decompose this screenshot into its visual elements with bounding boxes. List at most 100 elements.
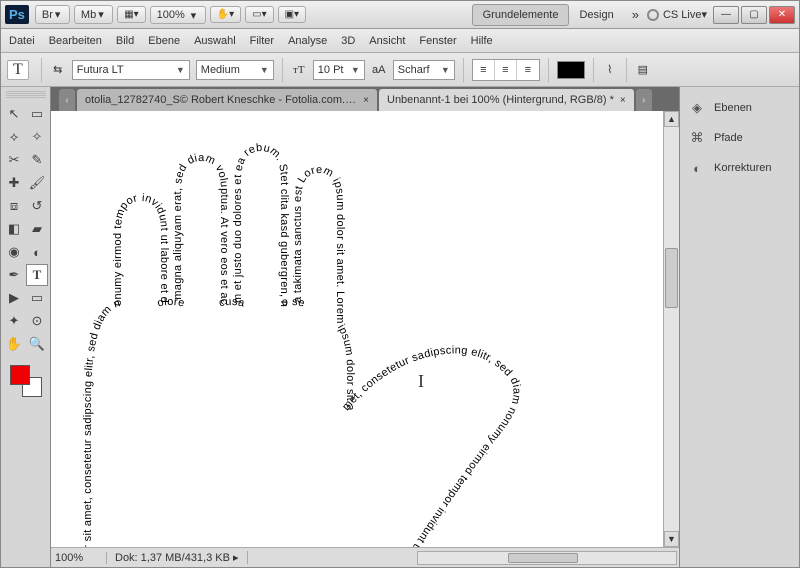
app-window: Ps Br▾ Mb▾ ▦▾ 100%▾ ✋▾ ▭▾ ▣▾ Grundelemen… xyxy=(0,0,800,568)
close-icon[interactable]: × xyxy=(363,95,369,106)
align-center-button[interactable]: ≡ xyxy=(495,60,517,80)
tab-scroll-left[interactable]: ‹ xyxy=(59,89,75,111)
app-logo: Ps xyxy=(5,5,29,24)
menu-ebene[interactable]: Ebene xyxy=(148,35,180,47)
minimize-button[interactable]: — xyxy=(713,6,739,24)
warp-text-button[interactable]: ⌇ xyxy=(602,62,618,78)
color-swatches[interactable] xyxy=(8,363,44,399)
menu-ansicht[interactable]: Ansicht xyxy=(369,35,405,47)
toolbox-handle[interactable] xyxy=(6,91,46,99)
vertical-scrollbar[interactable]: ▲ ▼ xyxy=(663,111,679,547)
text-align-group: ≡ ≡ ≡ xyxy=(472,59,540,81)
3d-tool[interactable]: ✦ xyxy=(3,310,25,332)
shape-tool[interactable]: ▭ xyxy=(26,287,48,309)
zoom-tool[interactable]: 🔍 xyxy=(26,333,48,355)
brush-tool[interactable]: 🖌 xyxy=(26,172,48,194)
align-left-button[interactable]: ≡ xyxy=(473,60,495,80)
hand-shortcut[interactable]: ✋▾ xyxy=(210,6,241,23)
menu-auswahl[interactable]: Auswahl xyxy=(194,35,236,47)
menu-bearbeiten[interactable]: Bearbeiten xyxy=(49,35,102,47)
pen-tool[interactable]: ✒ xyxy=(3,264,25,286)
panel-pfade[interactable]: ⌘Pfade xyxy=(680,123,799,153)
align-right-button[interactable]: ≡ xyxy=(517,60,539,80)
bridge-button[interactable]: Br▾ xyxy=(35,5,70,24)
scroll-thumb[interactable] xyxy=(508,553,578,563)
scroll-up-button[interactable]: ▲ xyxy=(664,111,679,127)
close-icon[interactable]: × xyxy=(620,95,626,106)
text-on-path-artwork: Lorem ipsum dolor sit amet, consetetur s… xyxy=(51,111,651,547)
gradient-tool[interactable]: ▰ xyxy=(26,218,48,240)
dodge-tool[interactable]: ◐ xyxy=(26,241,48,263)
screenmode-button[interactable]: ▣▾ xyxy=(278,6,306,23)
3d-camera-tool[interactable]: ⊙ xyxy=(26,310,48,332)
status-docsize[interactable]: Dok: 1,37 MB/431,3 KB ▸ xyxy=(107,551,248,564)
type-tool[interactable]: T xyxy=(26,264,48,286)
window-controls: — ▢ ✕ xyxy=(713,6,795,24)
blur-tool[interactable]: ◉ xyxy=(3,241,25,263)
maximize-button[interactable]: ▢ xyxy=(741,6,767,24)
antialias-combo[interactable]: Scharf▼ xyxy=(393,60,455,80)
menu-hilfe[interactable]: Hilfe xyxy=(471,35,493,47)
menu-3d[interactable]: 3D xyxy=(341,35,355,47)
healing-tool[interactable]: ✚ xyxy=(3,172,25,194)
text-color-swatch[interactable] xyxy=(557,61,585,79)
path-select-tool[interactable]: ▶ xyxy=(3,287,25,309)
menu-datei[interactable]: Datei xyxy=(9,35,35,47)
close-button[interactable]: ✕ xyxy=(769,6,795,24)
arrange-button[interactable]: ▭▾ xyxy=(245,6,273,23)
menu-filter[interactable]: Filter xyxy=(250,35,274,47)
stamp-tool[interactable]: ⧈ xyxy=(3,195,25,217)
canvas-wrap: Lorem ipsum dolor sit amet, consetetur s… xyxy=(51,111,679,547)
font-size-combo[interactable]: 10 Pt▼ xyxy=(313,60,365,80)
canvas[interactable]: Lorem ipsum dolor sit amet, consetetur s… xyxy=(51,111,663,547)
paths-icon: ⌘ xyxy=(688,129,706,147)
horizontal-scrollbar[interactable] xyxy=(417,551,677,565)
hand-tool[interactable]: ✋ xyxy=(3,333,25,355)
tab-unbenannt[interactable]: Unbenannt-1 bei 100% (Hintergrund, RGB/8… xyxy=(379,89,634,111)
font-family-combo[interactable]: Futura LT▼ xyxy=(72,60,190,80)
font-size-icon: ᴛT xyxy=(291,62,307,78)
antialias-icon: aA xyxy=(371,62,387,78)
foreground-color[interactable] xyxy=(10,365,30,385)
document-tabs: ‹ otolia_12782740_S© Robert Kneschke - F… xyxy=(51,87,679,111)
toolbox: ↖ ▭ ⟡ ✧ ✂ ✎ ✚ 🖌 ⧈ ↺ ◧ ▰ ◉ ◐ ✒ T ▶ ▭ ✦ ⊙ xyxy=(1,87,51,567)
view-extras-button[interactable]: ▦▾ xyxy=(117,6,145,23)
tab-scroll-right[interactable]: › xyxy=(636,89,652,111)
path-text: Lorem ipsum dolor sit amet, consetetur s… xyxy=(51,111,523,547)
panel-korrekturen[interactable]: ◐Korrekturen xyxy=(680,153,799,183)
adjustments-icon: ◐ xyxy=(688,159,706,177)
history-brush-tool[interactable]: ↺ xyxy=(26,195,48,217)
menu-analyse[interactable]: Analyse xyxy=(288,35,327,47)
status-bar: 100% Dok: 1,37 MB/431,3 KB ▸ xyxy=(51,547,679,567)
titlebar: Ps Br▾ Mb▾ ▦▾ 100%▾ ✋▾ ▭▾ ▣▾ Grundelemen… xyxy=(1,1,799,29)
marquee-tool[interactable]: ▭ xyxy=(26,103,48,125)
workspace-more[interactable]: » xyxy=(632,7,639,22)
magic-wand-tool[interactable]: ✧ xyxy=(26,126,48,148)
type-tool-icon: T xyxy=(7,60,29,80)
scroll-down-button[interactable]: ▼ xyxy=(664,531,679,547)
tab-fotolia[interactable]: otolia_12782740_S© Robert Kneschke - Fot… xyxy=(77,89,377,111)
eyedropper-tool[interactable]: ✎ xyxy=(26,149,48,171)
move-tool[interactable]: ↖ xyxy=(3,103,25,125)
menu-fenster[interactable]: Fenster xyxy=(419,35,456,47)
zoom-level[interactable]: 100%▾ xyxy=(150,6,206,24)
eraser-tool[interactable]: ◧ xyxy=(3,218,25,240)
text-orientation-button[interactable]: ⇆ xyxy=(50,62,66,78)
lasso-tool[interactable]: ⟡ xyxy=(3,126,25,148)
font-weight-combo[interactable]: Medium▼ xyxy=(196,60,274,80)
cslive-button[interactable]: CS Live ▾ xyxy=(647,8,707,21)
character-panel-button[interactable]: ▤ xyxy=(635,62,651,78)
document-area: ‹ otolia_12782740_S© Robert Kneschke - F… xyxy=(51,87,679,567)
workspace-grundelemente[interactable]: Grundelemente xyxy=(472,4,570,26)
crop-tool[interactable]: ✂ xyxy=(3,149,25,171)
menu-bild[interactable]: Bild xyxy=(116,35,134,47)
scroll-thumb[interactable] xyxy=(665,248,678,308)
workarea: ↖ ▭ ⟡ ✧ ✂ ✎ ✚ 🖌 ⧈ ↺ ◧ ▰ ◉ ◐ ✒ T ▶ ▭ ✦ ⊙ xyxy=(1,87,799,567)
status-zoom[interactable]: 100% xyxy=(51,552,107,564)
minibridge-button[interactable]: Mb▾ xyxy=(74,5,113,24)
right-panel: ◈Ebenen ⌘Pfade ◐Korrekturen xyxy=(679,87,799,567)
options-bar: T ⇆ Futura LT▼ Medium▼ ᴛT 10 Pt▼ aA Scha… xyxy=(1,53,799,87)
workspace-design[interactable]: Design xyxy=(569,5,623,25)
layers-icon: ◈ xyxy=(688,99,706,117)
panel-ebenen[interactable]: ◈Ebenen xyxy=(680,93,799,123)
